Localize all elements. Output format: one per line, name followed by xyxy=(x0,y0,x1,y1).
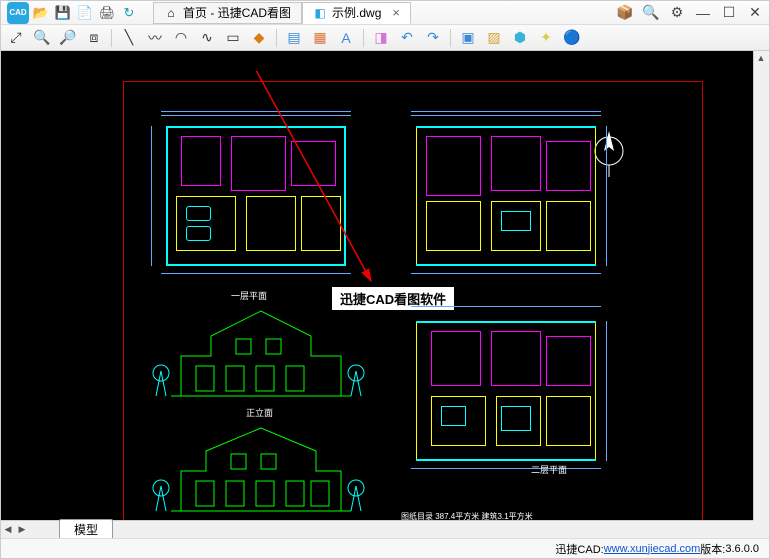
refresh-icon[interactable]: ↻ xyxy=(121,5,137,21)
scroll-corner xyxy=(753,520,769,538)
zoom-window-icon[interactable]: ⧈ xyxy=(85,29,103,47)
layer-prev-icon[interactable]: ▤ xyxy=(285,29,303,47)
maximize-button[interactable]: ☐ xyxy=(721,5,737,21)
scroll-left-icon[interactable]: ◀ xyxy=(1,523,15,537)
render-icon[interactable]: ✦ xyxy=(537,29,555,47)
separator xyxy=(276,29,277,47)
rectangle-icon[interactable]: ▭ xyxy=(224,29,242,47)
zoom-out-icon[interactable]: 🔎 xyxy=(59,29,77,47)
elevation-2 xyxy=(151,416,371,526)
color-icon[interactable]: 🔵 xyxy=(563,29,581,47)
home-icon: ⌂ xyxy=(164,6,178,20)
scroll-up-icon[interactable]: ▲ xyxy=(754,51,768,65)
separator xyxy=(450,29,451,47)
file-save-icon[interactable]: 💾 xyxy=(55,5,71,21)
quick-access-toolbar: 📂 💾 📄 🖨 ↻ xyxy=(33,5,137,21)
tab-document[interactable]: ◧ 示例.dwg × xyxy=(302,2,411,24)
file-icon[interactable]: 📄 xyxy=(77,5,93,21)
status-link[interactable]: www.xunjiecad.com xyxy=(604,543,701,555)
separator xyxy=(111,29,112,47)
main-toolbar: ⤢ 🔍 🔎 ⧈ ╲ 〰 ◠ ∿ ▭ ◆ ▤ ▦ A ◨ ↶ ↷ ▣ ▨ ⬢ ✦ … xyxy=(1,25,769,51)
model-tab[interactable]: 模型 xyxy=(59,519,113,538)
status-bar: 迅捷CAD: www.xunjiecad.com 版本: 3.6.0.0 xyxy=(1,538,769,558)
minimize-button[interactable]: — xyxy=(695,5,711,21)
tab-close-icon[interactable]: × xyxy=(392,5,400,20)
line-icon[interactable]: ╲ xyxy=(120,29,138,47)
horizontal-scrollbar[interactable]: ◀ ▶ 模型 xyxy=(1,520,753,538)
text-style-icon[interactable]: A xyxy=(337,29,355,47)
arc-icon[interactable]: ◠ xyxy=(172,29,190,47)
status-version: 3.6.0.0 xyxy=(725,543,759,555)
plan3-label: 二层平面 xyxy=(531,463,567,476)
zoom-in-icon[interactable]: 🔍 xyxy=(33,29,51,47)
doc-icon: ◧ xyxy=(313,6,327,20)
drawing-canvas: 一层平面 迅捷CAD看图软件 xyxy=(61,71,709,520)
3d-icon[interactable]: ⬢ xyxy=(511,29,529,47)
spline-icon[interactable]: ∿ xyxy=(198,29,216,47)
block-icon[interactable]: ▣ xyxy=(459,29,477,47)
erase-icon[interactable]: ◨ xyxy=(372,29,390,47)
status-prefix: 迅捷CAD: xyxy=(555,541,603,557)
tab-home[interactable]: ⌂ 首页 - 迅捷CAD看图 xyxy=(153,2,302,24)
home-icon[interactable]: 📦 xyxy=(617,5,633,21)
document-tabs: ⌂ 首页 - 迅捷CAD看图 ◧ 示例.dwg × xyxy=(153,2,411,24)
tab-label: 示例.dwg xyxy=(332,4,381,21)
status-version-label: 版本: xyxy=(700,541,725,557)
search-icon[interactable]: 🔍 xyxy=(643,5,659,21)
elevation-1 xyxy=(151,301,371,411)
floor-plan-1 xyxy=(151,111,361,281)
scroll-right-icon[interactable]: ▶ xyxy=(15,523,29,537)
separator xyxy=(363,29,364,47)
tab-label: 首页 - 迅捷CAD看图 xyxy=(183,4,291,21)
titlebar: CAD 📂 💾 📄 🖨 ↻ ⌂ 首页 - 迅捷CAD看图 ◧ 示例.dwg × … xyxy=(1,1,769,25)
hatch-icon[interactable]: ◆ xyxy=(250,29,268,47)
drawing-viewport[interactable]: 一层平面 迅捷CAD看图软件 xyxy=(1,51,769,538)
vertical-scrollbar[interactable]: ▲ xyxy=(753,51,769,520)
print-icon[interactable]: 🖨 xyxy=(99,5,115,21)
window-controls: 📦 🔍 ⚙ — ☐ ✕ xyxy=(617,5,763,21)
floor-plan-3 xyxy=(401,306,611,476)
redo-icon[interactable]: ↷ xyxy=(424,29,442,47)
settings-icon[interactable]: ⚙ xyxy=(669,5,685,21)
zoom-extents-icon[interactable]: ⤢ xyxy=(7,29,25,47)
wblock-icon[interactable]: ▨ xyxy=(485,29,503,47)
app-logo: CAD xyxy=(7,2,29,24)
folder-open-icon[interactable]: 📂 xyxy=(33,5,49,21)
layer-icon[interactable]: ▦ xyxy=(311,29,329,47)
undo-icon[interactable]: ↶ xyxy=(398,29,416,47)
polyline-icon[interactable]: 〰 xyxy=(146,29,164,47)
close-button[interactable]: ✕ xyxy=(747,5,763,21)
floor-plan-2 xyxy=(401,111,611,281)
